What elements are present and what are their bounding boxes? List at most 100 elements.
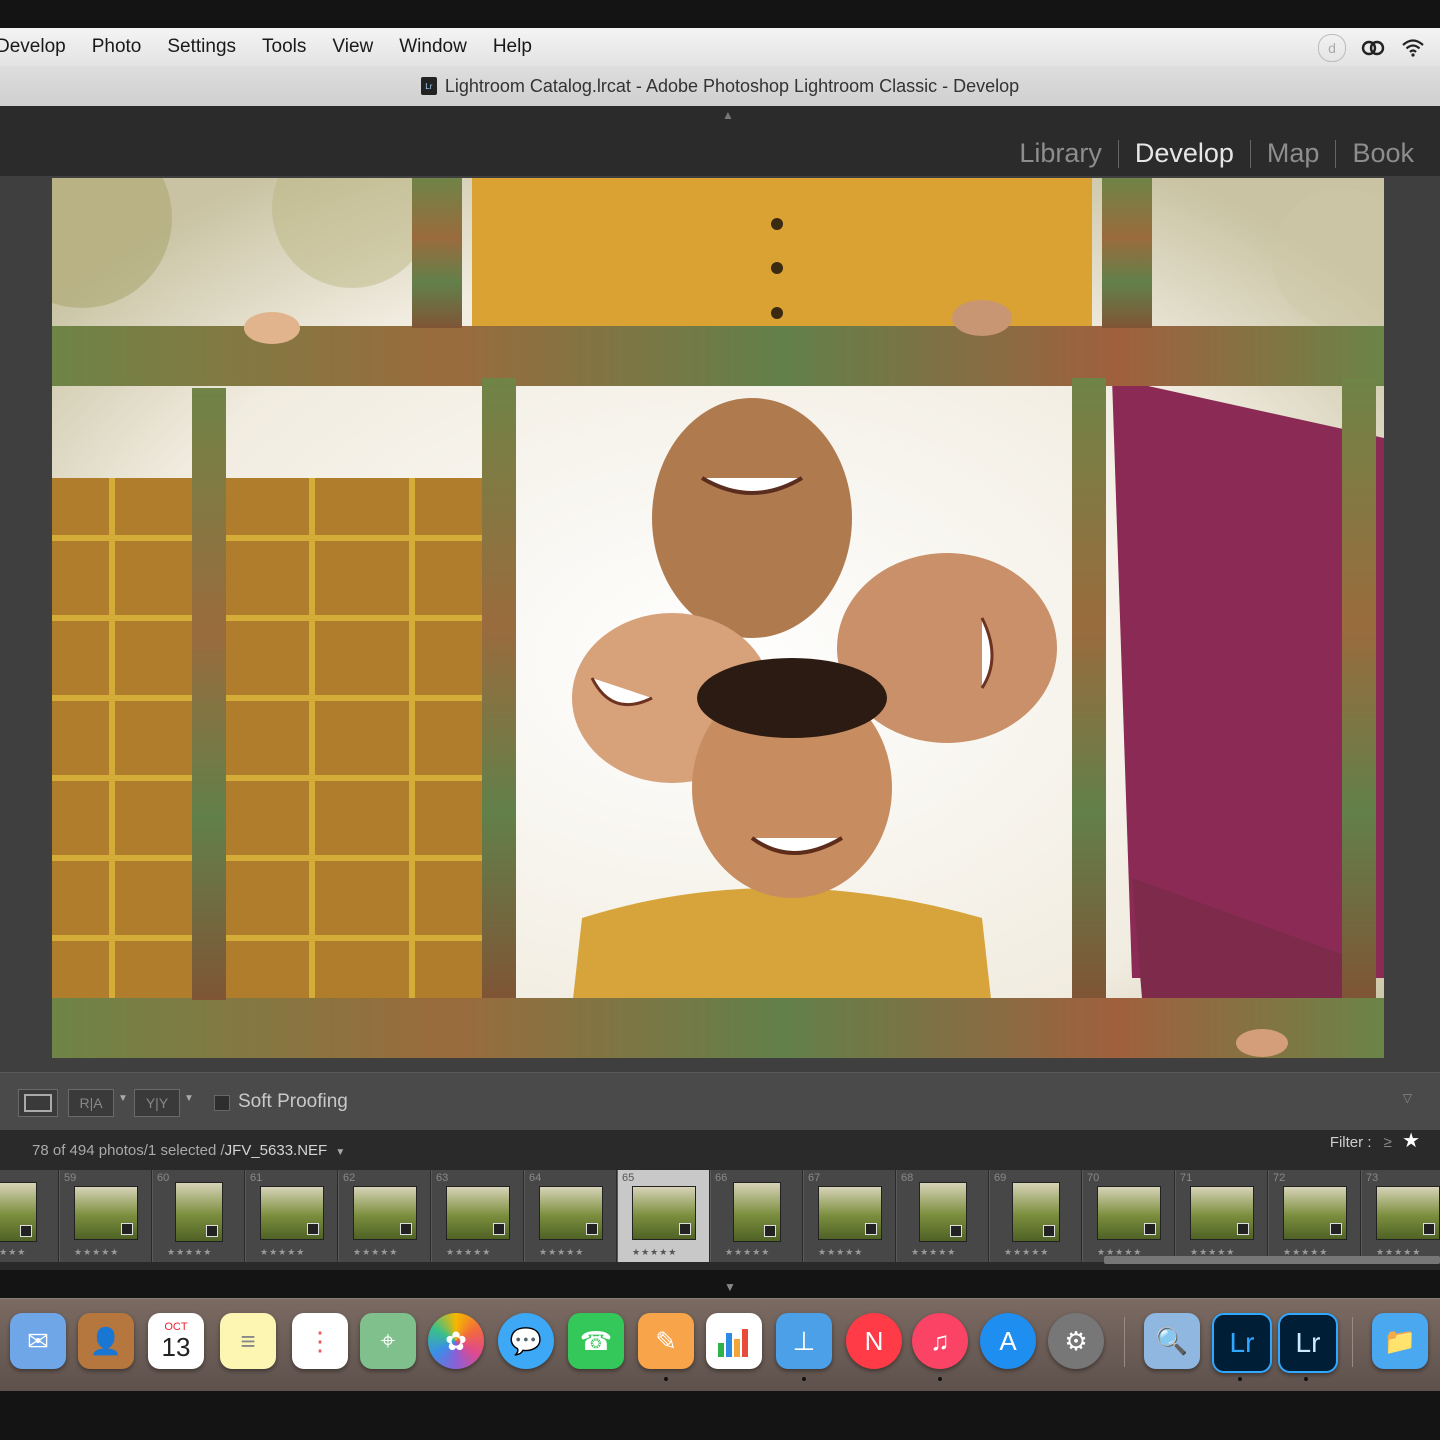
star-rating[interactable]: ★★★★★	[353, 1247, 398, 1258]
numbers-app-icon[interactable]	[706, 1313, 762, 1369]
develop-adjusted-badge-icon[interactable]	[1330, 1223, 1342, 1235]
module-library[interactable]: Library	[1003, 138, 1118, 169]
module-book[interactable]: Book	[1336, 138, 1430, 169]
reminders-app-icon[interactable]: ⋮	[292, 1313, 348, 1369]
thumbnail-image	[733, 1182, 781, 1242]
filmstrip-thumbnail[interactable]: 58★★★★★	[0, 1170, 58, 1262]
filmstrip-filter[interactable]: Filter : ≥ ★	[1330, 1128, 1420, 1153]
star-rating[interactable]: ★★★★★	[1004, 1247, 1049, 1258]
filter-operator[interactable]: ≥	[1384, 1134, 1392, 1151]
develop-adjusted-badge-icon[interactable]	[865, 1223, 877, 1235]
thumbnail-image	[74, 1186, 138, 1240]
chevron-down-icon[interactable]: ▼	[184, 1093, 194, 1104]
develop-adjusted-badge-icon[interactable]	[679, 1223, 691, 1235]
develop-adjusted-badge-icon[interactable]	[493, 1223, 505, 1235]
menu-help[interactable]: Help	[493, 36, 532, 58]
star-rating[interactable]: ★★★★★	[911, 1247, 956, 1258]
filmstrip-thumbnail[interactable]: 63 ★★★★★	[431, 1170, 523, 1262]
filmstrip-thumbnail[interactable]: 64 ★★★★★	[524, 1170, 616, 1262]
filmstrip-thumbnail[interactable]: 62 ★★★★★	[338, 1170, 430, 1262]
mail-app-icon[interactable]: ✉	[10, 1313, 66, 1369]
photo-preview[interactable]	[52, 178, 1384, 1058]
pages-app-icon[interactable]: ✎	[638, 1313, 694, 1369]
filmstrip-scrollbar[interactable]	[1104, 1256, 1440, 1264]
chevron-down-icon[interactable]: ▼	[335, 1147, 345, 1158]
filmstrip[interactable]: 58★★★★★ 59 ★★★★★ 60 ★★★★★ 61 ★★★★★ 62 ★★★★★ 63 ★★★…	[0, 1170, 1440, 1270]
filmstrip-thumbnail[interactable]: 60 ★★★★★	[152, 1170, 244, 1262]
develop-adjusted-badge-icon[interactable]	[307, 1223, 319, 1235]
lightroom-classic-app-icon[interactable]: Lr	[1278, 1313, 1338, 1373]
menu-photo[interactable]: Photo	[92, 36, 142, 58]
app-store-icon[interactable]: A	[980, 1313, 1036, 1369]
keynote-app-icon[interactable]: ⊥	[776, 1313, 832, 1369]
filmstrip-thumbnail[interactable]: 61 ★★★★★	[245, 1170, 337, 1262]
develop-adjusted-badge-icon[interactable]	[1423, 1223, 1435, 1235]
filmstrip-thumbnail[interactable]: 70 ★★★★★	[1082, 1170, 1174, 1262]
wifi-icon[interactable]	[1400, 35, 1426, 61]
selection-count: /1 selected /	[143, 1142, 225, 1159]
soft-proofing-checkbox[interactable]	[214, 1095, 230, 1111]
creative-cloud-icon[interactable]	[1360, 35, 1386, 61]
star-rating[interactable]: ★★★★★	[260, 1247, 305, 1258]
filmstrip-thumbnail[interactable]: 68 ★★★★★	[896, 1170, 988, 1262]
star-rating[interactable]: ★★★★★	[446, 1247, 491, 1258]
menu-view[interactable]: View	[332, 36, 373, 58]
before-after-tb-button[interactable]: Y|Y	[134, 1089, 180, 1117]
d-status-icon[interactable]: d	[1318, 34, 1346, 62]
before-after-lr-button[interactable]: R|A	[68, 1089, 114, 1117]
calendar-app-icon[interactable]: OCT 13	[148, 1313, 204, 1369]
toolbar-content-menu-icon[interactable]: ▽	[1403, 1091, 1412, 1105]
module-map[interactable]: Map	[1251, 138, 1336, 169]
develop-adjusted-badge-icon[interactable]	[586, 1223, 598, 1235]
develop-adjusted-badge-icon[interactable]	[20, 1225, 32, 1237]
star-rating[interactable]: ★★★★★	[539, 1247, 584, 1258]
filmstrip-thumbnail[interactable]: 71 ★★★★★	[1175, 1170, 1267, 1262]
develop-adjusted-badge-icon[interactable]	[1144, 1223, 1156, 1235]
lightroom-app-icon[interactable]: Lr	[1212, 1313, 1272, 1373]
contacts-app-icon[interactable]: 👤	[78, 1313, 134, 1369]
notes-app-icon[interactable]: ≡	[220, 1313, 276, 1369]
system-preferences-icon[interactable]: ⚙	[1048, 1313, 1104, 1369]
menu-develop[interactable]: Develop	[0, 36, 66, 58]
develop-adjusted-badge-icon[interactable]	[1237, 1223, 1249, 1235]
messages-app-icon[interactable]: 💬	[498, 1313, 554, 1369]
develop-adjusted-badge-icon[interactable]	[764, 1225, 776, 1237]
module-develop[interactable]: Develop	[1119, 138, 1250, 169]
news-app-icon[interactable]: N	[846, 1313, 902, 1369]
filter-star-icon[interactable]: ★	[1402, 1130, 1420, 1152]
collapse-filmstrip-icon[interactable]: ▼	[724, 1280, 736, 1294]
develop-adjusted-badge-icon[interactable]	[950, 1225, 962, 1237]
frame-number: 65	[622, 1172, 635, 1184]
maps-app-icon[interactable]: ⌖	[360, 1313, 416, 1369]
collapse-top-panel-icon[interactable]: ▲	[722, 108, 734, 122]
filmstrip-thumbnail[interactable]: 69 ★★★★★	[989, 1170, 1081, 1262]
menu-settings[interactable]: Settings	[167, 36, 236, 58]
star-rating[interactable]: ★★★★★	[167, 1247, 212, 1258]
filmstrip-thumbnail[interactable]: 59 ★★★★★	[59, 1170, 151, 1262]
star-rating[interactable]: ★★★★★	[0, 1247, 26, 1258]
chevron-down-icon[interactable]: ▼	[118, 1093, 128, 1104]
filmstrip-thumbnail[interactable]: 72 ★★★★★	[1268, 1170, 1360, 1262]
develop-adjusted-badge-icon[interactable]	[206, 1225, 218, 1237]
filmstrip-source-info[interactable]: 78 of 494 photos/1 selected /JFV_5633.NE…	[32, 1142, 345, 1159]
music-app-icon[interactable]: ♫	[912, 1313, 968, 1369]
menu-tools[interactable]: Tools	[262, 36, 306, 58]
filmstrip-thumbnail[interactable]: 65 ★★★★★	[617, 1170, 709, 1262]
star-rating[interactable]: ★★★★★	[818, 1247, 863, 1258]
filmstrip-thumbnail[interactable]: 66 ★★★★★	[710, 1170, 802, 1262]
develop-workspace	[0, 176, 1440, 1072]
star-rating[interactable]: ★★★★★	[74, 1247, 119, 1258]
preview-app-icon[interactable]: 🔍	[1144, 1313, 1200, 1369]
filmstrip-thumbnail[interactable]: 67 ★★★★★	[803, 1170, 895, 1262]
menu-window[interactable]: Window	[399, 36, 467, 58]
develop-adjusted-badge-icon[interactable]	[1043, 1225, 1055, 1237]
star-rating[interactable]: ★★★★★	[632, 1247, 677, 1258]
develop-adjusted-badge-icon[interactable]	[121, 1223, 133, 1235]
facetime-app-icon[interactable]: ☎	[568, 1313, 624, 1369]
filmstrip-thumbnail[interactable]: 73 ★★★★★	[1361, 1170, 1440, 1262]
develop-adjusted-badge-icon[interactable]	[400, 1223, 412, 1235]
star-rating[interactable]: ★★★★★	[725, 1247, 770, 1258]
photos-app-icon[interactable]: ✿	[428, 1313, 484, 1369]
loupe-view-button[interactable]	[18, 1089, 58, 1117]
folder-icon[interactable]: 📁	[1372, 1313, 1428, 1369]
